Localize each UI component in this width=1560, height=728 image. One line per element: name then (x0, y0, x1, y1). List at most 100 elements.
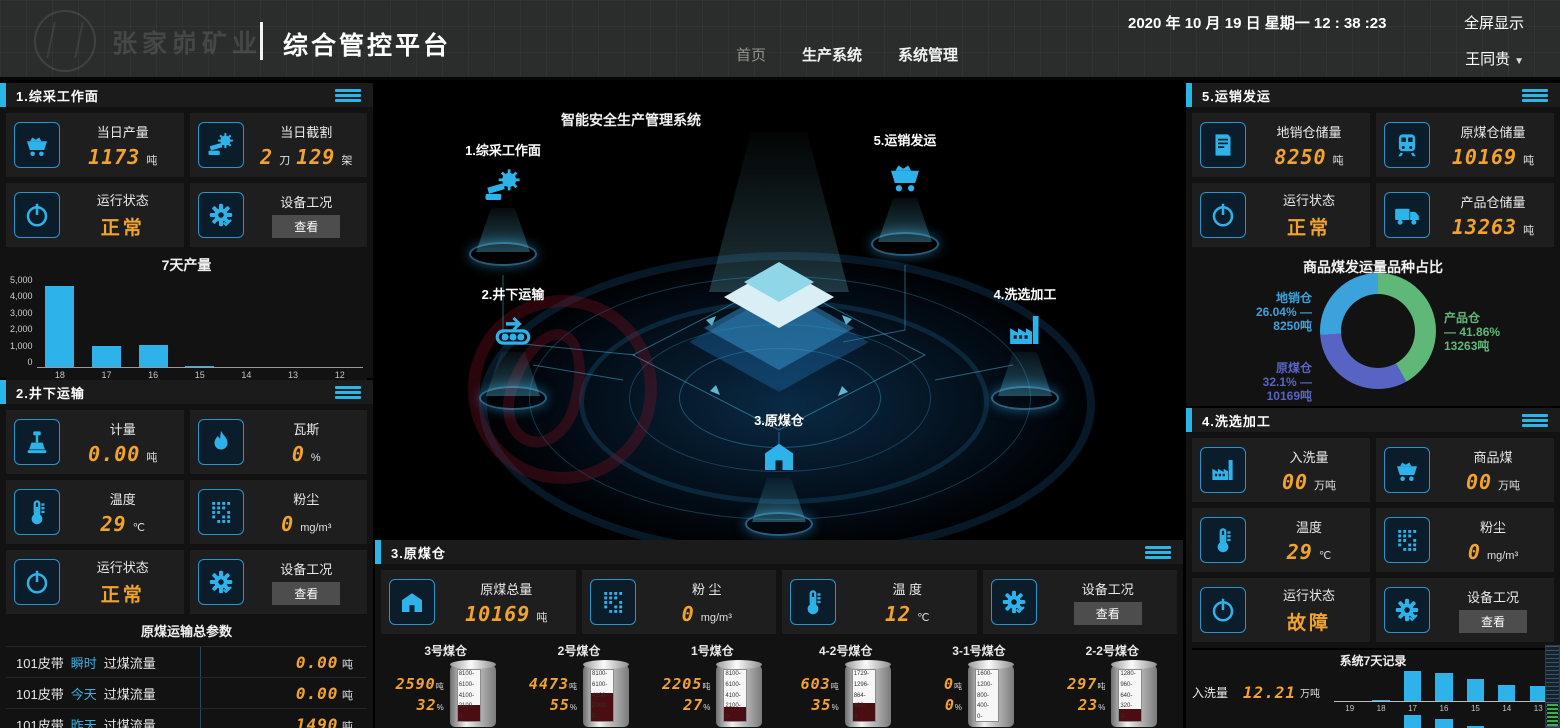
silo-2-2号煤仓: 2-2号煤仓 297吨 23% 1280-960-640-320-0- (1048, 640, 1177, 727)
nav-item-3[interactable]: 系统管理 (898, 44, 958, 65)
belt-flow-row: 101皮带今天过煤流量 0.00 吨 (6, 677, 367, 708)
belt-name: 101皮带 (16, 715, 64, 728)
panel-washing-processing: 4.洗选加工 入洗量00万吨商品煤00万吨温度29℃粉尘0mg/m³运行状态故障… (1186, 408, 1560, 728)
minecart-icon (884, 155, 926, 202)
silo-tons: 2205 (662, 675, 702, 693)
silo-name: 4-2号煤仓 (819, 642, 872, 659)
washing-cards: 入洗量00万吨商品煤00万吨温度29℃粉尘0mg/m³运行状态故障设备工况查看 (1192, 438, 1554, 642)
record-row: 入洗量 12.21 万吨19181716151413 (1192, 671, 1554, 713)
nav-item-2[interactable]: 生产系统 (802, 44, 862, 65)
scene-node-1[interactable]: 1.综采工作面 (443, 140, 563, 266)
header-accent (0, 83, 6, 107)
metric-unit: mg/m³ (300, 522, 331, 534)
silo-4-2号煤仓: 4-2号煤仓 603吨 35% 1729-1296-864-432-0- (781, 640, 910, 727)
node-label: 1.综采工作面 (465, 140, 541, 159)
tons-unit: 吨 (436, 682, 444, 691)
card-label: 设备工况 (280, 559, 332, 578)
scene-node-2[interactable]: 5.运销发运 (845, 130, 965, 256)
silo-name: 3-1号煤仓 (952, 642, 1005, 659)
view-button[interactable]: 查看 (272, 582, 340, 605)
status-value: 正常 (101, 213, 145, 240)
panel-title: 4.洗选加工 (1202, 411, 1271, 430)
card-label: 地销仓储量 (1276, 122, 1341, 141)
view-button[interactable]: 查看 (272, 215, 340, 238)
metric-value-2: 129 (296, 145, 335, 169)
header-accent (1186, 83, 1192, 107)
silo-ticks: 8100-6100-4100-2100-0- (592, 671, 607, 720)
card-daily-cutting: 当日截割2刀129架 (190, 113, 368, 177)
record-title: 系统7天记录 (1192, 652, 1554, 669)
scene-node-5[interactable]: 3.原煤仓 (719, 410, 839, 536)
train-icon (1384, 122, 1430, 168)
thermo-icon (790, 579, 836, 625)
metric-unit: % (311, 452, 321, 464)
silo-pct: 27 (683, 696, 703, 714)
metric-unit: 吨 (1523, 222, 1534, 238)
metric-unit: 刀 (279, 152, 290, 168)
factory-icon (1200, 447, 1246, 493)
silo-tons: 0 (944, 675, 954, 693)
menu-icon[interactable] (1522, 87, 1548, 104)
metric-unit: 吨 (1523, 152, 1534, 168)
card-run-status: 运行状态故障 (1192, 578, 1370, 642)
silo-name: 2-2号煤仓 (1086, 642, 1139, 659)
belt-name: 101皮带 (16, 653, 64, 672)
header-divider (260, 22, 263, 60)
pct-unit: % (832, 703, 839, 712)
card-raw-storage: 原煤仓储量10169吨 (1376, 113, 1554, 177)
node-cone (878, 198, 932, 242)
metric-unit: 吨 (146, 152, 157, 168)
shipment-share-donut: 商品煤发运量品种占比 地销仓26.04% —8250吨原煤仓32.1% —101… (1192, 253, 1554, 405)
node-cone (486, 352, 540, 396)
silo-pct: 32 (417, 696, 437, 714)
status-value: 故障 (1287, 608, 1331, 635)
silo-cylinder: 8100-6100-4100-2100-0- (583, 663, 629, 727)
scale-icon (14, 419, 60, 465)
silo-name: 3号煤仓 (424, 642, 467, 659)
menu-icon[interactable] (335, 384, 361, 401)
card-label: 原煤仓储量 (1460, 122, 1525, 141)
view-button[interactable]: 查看 (1459, 610, 1527, 633)
card-metering: 计量0.00吨 (6, 410, 184, 474)
factory-icon (1004, 309, 1046, 356)
metric-unit: 吨 (536, 609, 547, 625)
metric-value: 00 (1466, 470, 1492, 494)
metric-value: 0 (281, 512, 294, 536)
flow-unit: 吨 (342, 690, 353, 702)
thermo-icon (14, 489, 60, 535)
truck-icon (1384, 192, 1430, 238)
fullscreen-button[interactable]: 全屏显示 (1464, 12, 1524, 33)
menu-icon[interactable] (335, 87, 361, 104)
metric-unit-2: 架 (341, 152, 352, 168)
card-label: 当日截割 (280, 122, 332, 141)
silo-2号煤仓: 2号煤仓 4473吨 55% 8100-6100-4100-2100-0- (514, 640, 643, 727)
user-menu[interactable]: 王同贵▼ (1465, 48, 1524, 69)
view-button[interactable]: 查看 (1074, 602, 1142, 625)
menu-icon[interactable] (1145, 544, 1171, 561)
bar (139, 345, 168, 367)
scene-node-3[interactable]: 2.井下运输 (453, 284, 573, 410)
center-3d-scene: 智能安全生产管理系统 1.综采工作面 5.运销发运 2.井下运输 4.洗选加工 … (373, 80, 1187, 540)
page-title: 综合管控平台 (283, 26, 451, 62)
flow-label: 过煤流量 (104, 715, 156, 728)
sales-cards: 地销仓储量8250吨原煤仓储量10169吨运行状态正常产品仓储量13263吨 (1192, 113, 1554, 247)
card-wash-input: 入洗量00万吨 (1192, 438, 1370, 502)
card-label: 原煤总量 (480, 579, 532, 598)
silo-name: 1号煤仓 (691, 642, 734, 659)
bar (92, 346, 121, 367)
scene-node-4[interactable]: 4.洗选加工 (965, 284, 1085, 410)
card-temperature: 温度29℃ (6, 480, 184, 544)
metric-unit: mg/m³ (701, 612, 732, 624)
menu-icon[interactable] (1522, 412, 1548, 429)
table-title: 原煤运输总参数 (6, 614, 367, 646)
dashboard-root: 张家峁矿业 综合管控平台 首页生产系统系统管理 2020 年 10 月 19 日… (0, 0, 1560, 728)
nav-item-1[interactable]: 首页 (736, 44, 766, 65)
scrollbar[interactable] (1545, 645, 1560, 728)
silo-3-1号煤仓: 3-1号煤仓 0吨 0% 1600-1200-800-400-0- (914, 640, 1043, 727)
card-label: 温 度 (892, 579, 922, 598)
card-run-status: 运行状态正常 (1192, 183, 1370, 247)
silo-tons: 297 (1067, 675, 1097, 693)
belt-flow-row: 101皮带瞬时过煤流量 0.00 吨 (6, 646, 367, 677)
silo-gauge: 1600-1200-800-400-0- (975, 669, 999, 722)
panel-raw-coal-bunker: 3.原煤仓 原煤总量10169吨粉 尘0mg/m³温 度12℃设备工况查看 3号… (375, 540, 1183, 728)
